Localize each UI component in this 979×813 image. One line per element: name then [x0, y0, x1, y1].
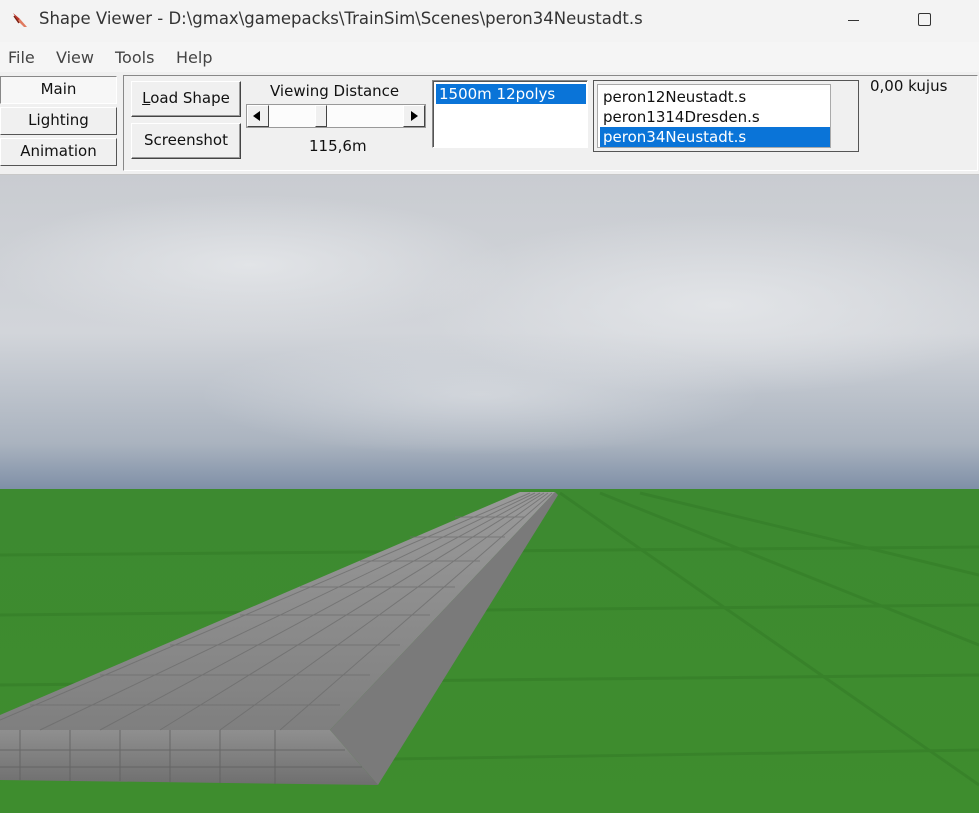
viewing-distance-slider[interactable]: [246, 104, 426, 128]
shape-list-item-selected[interactable]: peron34Neustadt.s: [600, 127, 830, 147]
slider-thumb[interactable]: [315, 105, 327, 127]
menu-help[interactable]: Help: [176, 48, 212, 67]
load-shape-button[interactable]: Load Shape: [131, 81, 241, 117]
slider-track[interactable]: [269, 105, 403, 127]
count-label: 0,00 kujus: [870, 77, 948, 95]
viewing-distance-value: 115,6m: [309, 137, 367, 155]
minimize-button[interactable]: [830, 0, 876, 42]
menu-tools[interactable]: Tools: [115, 48, 154, 67]
tab-main[interactable]: Main: [0, 76, 117, 104]
menu-bar: File View Tools Help: [0, 42, 979, 72]
slider-left-arrow-icon[interactable]: [247, 105, 269, 127]
shape-viewer-app-icon: [13, 13, 27, 27]
viewing-distance-label: Viewing Distance: [270, 82, 400, 100]
screenshot-button[interactable]: Screenshot: [131, 123, 241, 159]
menu-view[interactable]: View: [56, 48, 94, 67]
tab-lighting[interactable]: Lighting: [0, 107, 117, 135]
maximize-button[interactable]: [901, 0, 947, 42]
tab-animation[interactable]: Animation: [0, 138, 117, 166]
slider-right-arrow-icon[interactable]: [403, 105, 425, 127]
scene-render: [0, 175, 979, 813]
menu-file[interactable]: File: [8, 48, 35, 67]
load-shape-mnemonic: L: [142, 89, 151, 107]
window-title: Shape Viewer - D:\gmax\gamepacks\TrainSi…: [39, 9, 643, 28]
lod-list-item[interactable]: 1500m 12polys: [436, 84, 586, 104]
shape-list-item[interactable]: peron1314Dresden.s: [600, 107, 830, 127]
lod-list[interactable]: 1500m 12polys: [432, 80, 588, 148]
3d-viewport[interactable]: [0, 175, 979, 813]
load-shape-label: oad Shape: [150, 89, 230, 107]
shape-list[interactable]: peron12Neustadt.s peron1314Dresden.s per…: [597, 84, 831, 148]
shape-list-frame: peron12Neustadt.s peron1314Dresden.s per…: [593, 80, 859, 152]
title-bar: Shape Viewer - D:\gmax\gamepacks\TrainSi…: [0, 0, 979, 42]
shape-list-item[interactable]: peron12Neustadt.s: [600, 87, 830, 107]
